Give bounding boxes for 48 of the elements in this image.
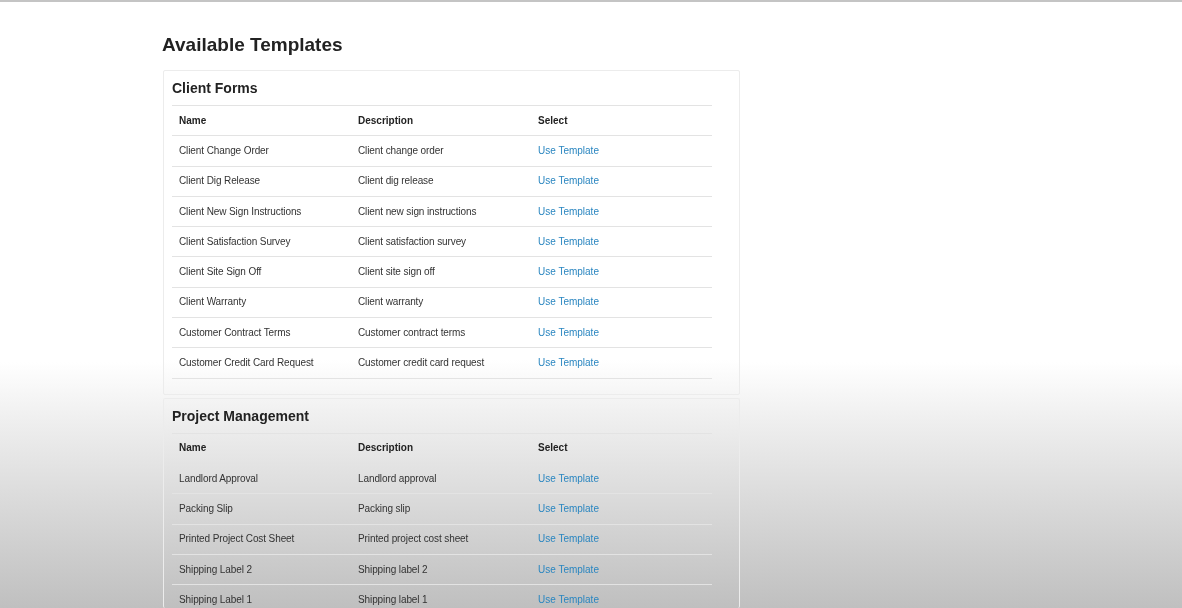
table-cell: Client satisfaction survey <box>358 235 466 248</box>
table-cell: Client warranty <box>358 296 424 309</box>
table-cell: Client New Sign Instructions <box>179 205 302 218</box>
table-cell: Customer credit card request <box>358 357 485 369</box>
table-cell: Client dig release <box>358 175 434 188</box>
table-cell: Client Satisfaction Survey <box>179 235 291 248</box>
table-cell: Client Dig Release <box>179 175 261 188</box>
use-template-link[interactable]: Use Template <box>538 235 599 248</box>
use-template-link[interactable]: Use Template <box>538 357 599 369</box>
table-cell: Packing slip <box>358 502 411 515</box>
column-header: Description <box>358 114 413 127</box>
column-header: Name <box>179 442 207 455</box>
use-template-link[interactable]: Use Template <box>538 326 599 339</box>
table-cell: Client Site Sign Off <box>179 266 262 279</box>
use-template-link[interactable]: Use Template <box>538 205 599 218</box>
page-title: Available Templates <box>162 33 343 57</box>
use-template-link[interactable]: Use Template <box>538 266 599 279</box>
table-cell: Customer contract terms <box>358 326 466 339</box>
table-cell: Shipping label 2 <box>358 563 428 576</box>
use-template-link[interactable]: Use Template <box>538 472 599 485</box>
table-cell: Landlord Approval <box>179 472 258 485</box>
use-template-link[interactable]: Use Template <box>538 144 599 157</box>
column-header: Name <box>179 114 207 127</box>
column-header: Select <box>538 114 568 127</box>
table-cell: Client site sign off <box>358 266 435 279</box>
use-template-link[interactable]: Use Template <box>538 593 599 606</box>
use-template-link[interactable]: Use Template <box>538 502 599 515</box>
table-cell: Client change order <box>358 144 444 157</box>
table-cell: Packing Slip <box>179 502 233 515</box>
table-cell: Shipping Label 1 <box>179 593 252 606</box>
column-header: Description <box>358 442 413 455</box>
table-cell: Customer Credit Card Request <box>179 357 314 369</box>
table-cell: Shipping label 1 <box>358 593 428 606</box>
table-cell: Printed Project Cost Sheet <box>179 533 295 546</box>
section-title: Project Management <box>172 406 309 425</box>
table-cell: Landlord approval <box>358 472 437 485</box>
table-cell: Printed project cost sheet <box>358 533 469 546</box>
table-cell: Client Change Order <box>179 144 269 157</box>
use-template-link[interactable]: Use Template <box>538 296 599 309</box>
table-cell: Client Warranty <box>179 296 247 309</box>
table-cell: Shipping Label 2 <box>179 563 252 576</box>
table-cell: Customer Contract Terms <box>179 326 291 339</box>
use-template-link[interactable]: Use Template <box>538 175 599 188</box>
section-title: Client Forms <box>172 79 258 97</box>
use-template-link[interactable]: Use Template <box>538 533 599 546</box>
column-header: Select <box>538 442 568 455</box>
table-cell: Client new sign instructions <box>358 205 477 218</box>
use-template-link[interactable]: Use Template <box>538 563 599 576</box>
